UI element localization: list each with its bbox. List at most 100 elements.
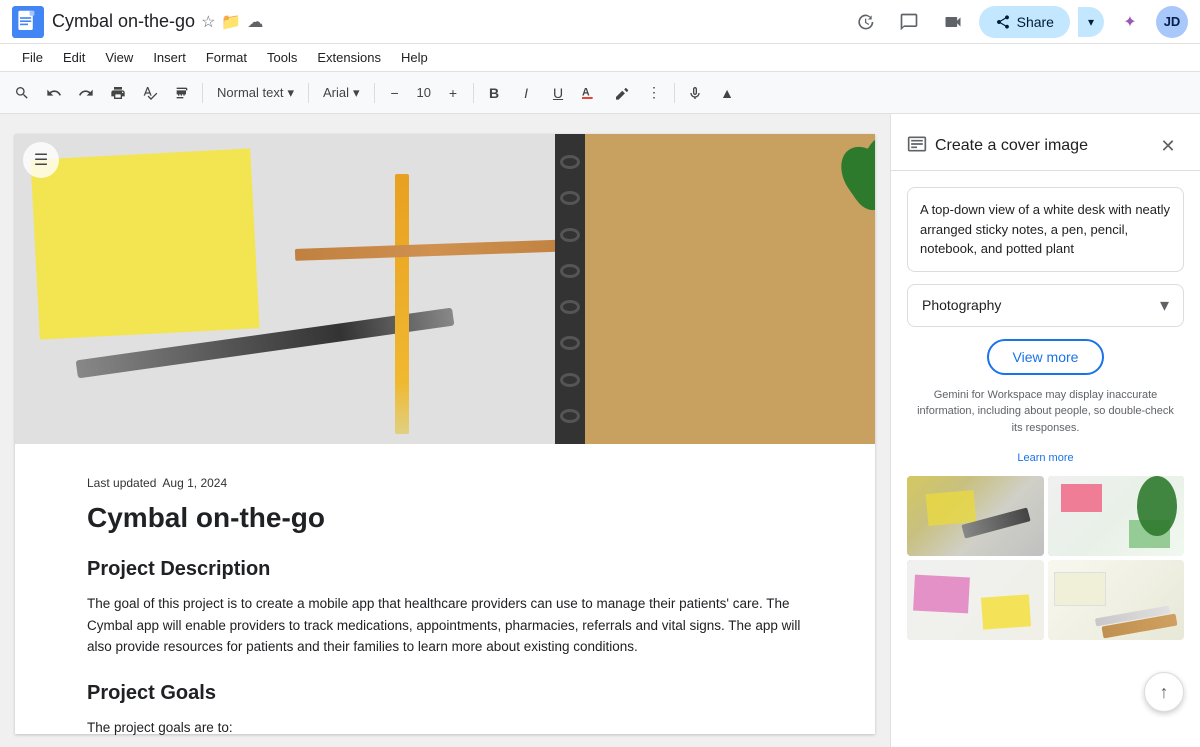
style-select-label: Normal text — [217, 85, 283, 100]
menu-extensions[interactable]: Extensions — [307, 46, 391, 69]
grid-image-1[interactable] — [907, 476, 1044, 556]
font-select[interactable]: Arial ▾ — [315, 78, 368, 108]
dropdown-arrow-icon: ▾ — [1160, 295, 1169, 316]
voice-input-button[interactable] — [681, 78, 709, 108]
gemini-star-icon: ✦ — [1123, 12, 1136, 32]
section1-body: The goal of this project is to create a … — [87, 593, 803, 658]
docs-icon — [12, 6, 44, 38]
document-content: Last updated Aug 1, 2024 Cymbal on-the-g… — [15, 444, 875, 747]
cloud-icon[interactable]: ☁ — [247, 12, 263, 32]
section1-heading[interactable]: Project Description — [87, 558, 803, 581]
font-size-controls: − 10 + — [381, 78, 467, 108]
top-right-actions: Share ▾ ✦ JD — [847, 4, 1188, 40]
panel-body: A top-down view of a white desk with nea… — [891, 171, 1200, 664]
last-updated-date: Aug 1, 2024 — [162, 476, 227, 490]
svg-text:A: A — [582, 86, 590, 98]
toolbar-divider-2 — [308, 83, 309, 103]
grid-image-3[interactable] — [907, 560, 1044, 640]
ring-5 — [560, 300, 580, 314]
avatar[interactable]: JD — [1156, 6, 1188, 38]
gemini-pin-button[interactable]: ✦ — [1112, 4, 1148, 40]
ring-2 — [560, 191, 580, 205]
paint-format-button[interactable] — [168, 78, 196, 108]
style-select[interactable]: Normal text ▾ — [209, 78, 302, 108]
notebook-rings — [555, 134, 585, 444]
section2-body: The project goals are to: — [87, 717, 803, 739]
notebook — [555, 134, 875, 444]
italic-button[interactable]: I — [512, 78, 540, 108]
ring-1 — [560, 155, 580, 169]
highlight-button[interactable] — [608, 78, 636, 108]
toolbar-divider-5 — [674, 83, 675, 103]
spell-check-button[interactable] — [136, 78, 164, 108]
font-select-arrow: ▾ — [353, 85, 360, 101]
section2-heading[interactable]: Project Goals — [87, 682, 803, 705]
font-size-value[interactable]: 10 — [411, 85, 437, 100]
menu-bar: File Edit View Insert Format Tools Exten… — [0, 44, 1200, 72]
ring-6 — [560, 336, 580, 350]
collapse-toolbar-button[interactable]: ▲ — [713, 78, 741, 108]
menu-file[interactable]: File — [12, 46, 53, 69]
star-icon[interactable]: ☆ — [201, 12, 215, 32]
history-button[interactable] — [847, 4, 883, 40]
toolbar-divider-4 — [473, 83, 474, 103]
doc-title-area: Cymbal on-the-go ☆ 📁 ☁ — [52, 11, 839, 32]
font-size-increase[interactable]: + — [439, 78, 467, 108]
view-more-button[interactable]: View more — [987, 339, 1105, 375]
last-updated: Last updated Aug 1, 2024 — [87, 476, 803, 490]
bold-button[interactable]: B — [480, 78, 508, 108]
document-header-image: ☰ — [15, 134, 875, 444]
search-button[interactable] — [8, 78, 36, 108]
undo-button[interactable] — [40, 78, 68, 108]
menu-edit[interactable]: Edit — [53, 46, 95, 69]
underline-button[interactable]: U — [544, 78, 572, 108]
print-button[interactable] — [104, 78, 132, 108]
grid-image-2[interactable] — [1048, 476, 1185, 556]
panel-close-button[interactable]: ✕ — [1152, 130, 1184, 162]
menu-insert[interactable]: Insert — [143, 46, 196, 69]
doc-title[interactable]: Cymbal on-the-go — [52, 11, 195, 32]
sidebar-toggle[interactable]: ☰ — [23, 142, 59, 178]
image-grid — [907, 476, 1184, 648]
ring-7 — [560, 373, 580, 387]
panel-header: Create a cover image ✕ — [891, 114, 1200, 171]
disclaimer-text: Gemini for Workspace may display inaccur… — [907, 387, 1184, 437]
desk-scene — [15, 134, 875, 444]
toolbar-divider-3 — [374, 83, 375, 103]
document-area[interactable]: ☰ Last updated Aug 1, 2024 Cymbal on-the… — [0, 114, 890, 747]
main-area: ☰ Last updated Aug 1, 2024 Cymbal on-the… — [0, 114, 1200, 747]
menu-tools[interactable]: Tools — [257, 46, 307, 69]
grid-image-4[interactable] — [1048, 560, 1185, 640]
prompt-box[interactable]: A top-down view of a white desk with nea… — [907, 187, 1184, 272]
camera-button[interactable] — [935, 4, 971, 40]
share-dropdown-button[interactable]: ▾ — [1078, 7, 1104, 37]
font-size-decrease[interactable]: − — [381, 78, 409, 108]
ring-8 — [560, 409, 580, 423]
style-select-arrow: ▾ — [287, 85, 294, 101]
learn-more-link[interactable]: Learn more — [907, 452, 1184, 464]
pencil — [395, 174, 409, 434]
top-bar: Cymbal on-the-go ☆ 📁 ☁ Share ▾ ✦ JD — [0, 0, 1200, 44]
last-updated-label: Last updated — [87, 476, 156, 490]
side-panel: Create a cover image ✕ A top-down view o… — [890, 114, 1200, 747]
toolbar-divider-1 — [202, 83, 203, 103]
more-options-button[interactable]: ⋮ — [640, 78, 668, 108]
ring-3 — [560, 228, 580, 242]
redo-button[interactable] — [72, 78, 100, 108]
panel-title: Create a cover image — [935, 137, 1152, 155]
document-page: ☰ Last updated Aug 1, 2024 Cymbal on-the… — [15, 134, 875, 734]
menu-format[interactable]: Format — [196, 46, 257, 69]
font-select-label: Arial — [323, 85, 349, 100]
toolbar: Normal text ▾ Arial ▾ − 10 + B I U A ⋮ ▲ — [0, 72, 1200, 114]
menu-view[interactable]: View — [95, 46, 143, 69]
share-label: Share — [1017, 14, 1054, 30]
folder-icon[interactable]: 📁 — [221, 12, 241, 32]
style-dropdown-label: Photography — [922, 297, 1001, 313]
menu-help[interactable]: Help — [391, 46, 438, 69]
share-button[interactable]: Share — [979, 6, 1070, 38]
style-dropdown[interactable]: Photography ▾ — [907, 284, 1184, 327]
document-title[interactable]: Cymbal on-the-go — [87, 502, 803, 534]
font-color-button[interactable]: A — [576, 78, 604, 108]
comment-button[interactable] — [891, 4, 927, 40]
scroll-up-button[interactable]: ↑ — [1144, 672, 1184, 712]
